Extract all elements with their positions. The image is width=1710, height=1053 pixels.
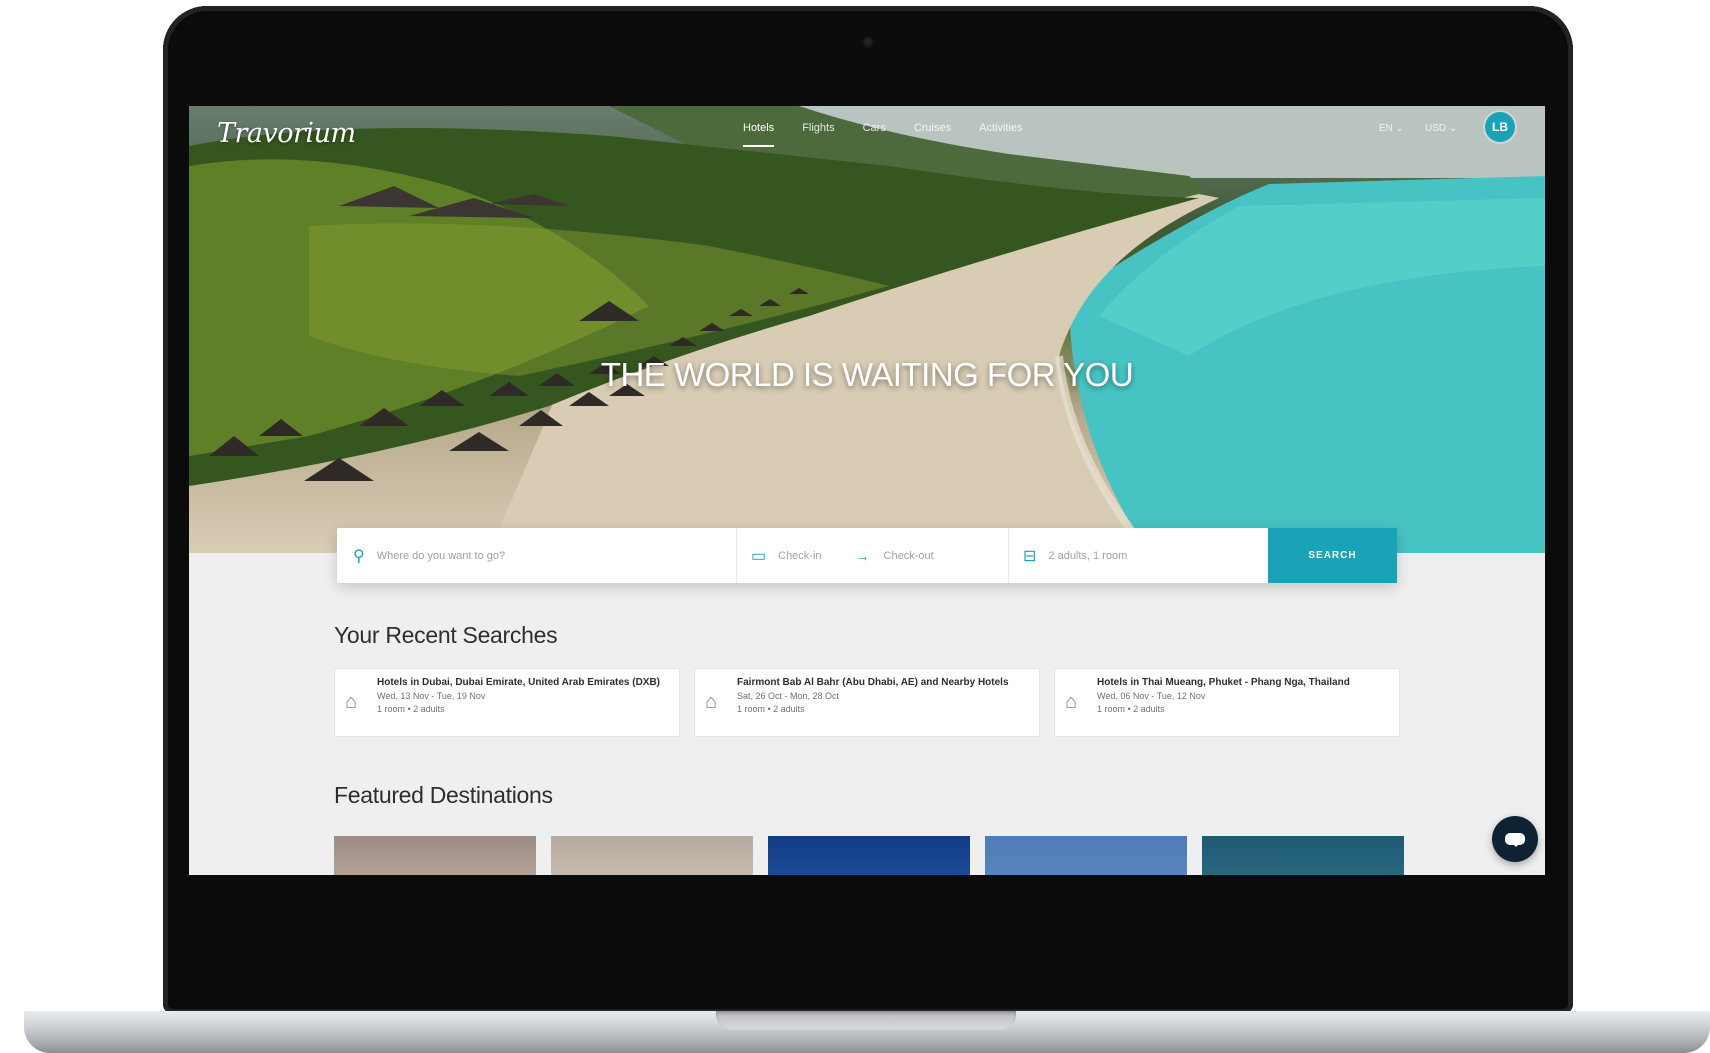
top-nav: Hotels Flights Cars Cruises Activities [729,122,1037,147]
language-selector[interactable]: EN ⌄ [1379,123,1404,134]
calendar-icon: ▭ [751,547,767,565]
recent-search-dates: Wed, 06 Nov - Tue, 12 Nov [1097,691,1206,701]
recent-searches-title: Your Recent Searches [334,622,558,648]
recent-search-card[interactable]: ⌂ Hotels in Thai Mueang, Phuket - Phang … [1054,668,1400,737]
recent-search-dates: Wed, 13 Nov - Tue, 19 Nov [377,691,486,701]
guests-value: 2 adults, 1 room [1048,549,1128,562]
checkin-placeholder[interactable]: Check-in [778,550,821,562]
hero-banner: Travorium Hotels Flights Cars Cruises Ac… [189,106,1545,553]
building-icon: ⌂ [345,691,358,713]
nav-flights[interactable]: Flights [788,122,848,134]
recent-search-guests: 1 room • 2 adults [377,704,445,714]
user-avatar[interactable]: LB [1485,112,1515,142]
destination-field[interactable]: ⚲ Where do you want to go? [337,528,737,583]
arrow-right-icon: → [855,547,870,564]
nav-cruises[interactable]: Cruises [900,122,965,134]
nav-cars[interactable]: Cars [849,122,900,134]
guests-field[interactable]: ⊟ 2 adults, 1 room [1009,528,1268,583]
recent-search-title: Fairmont Bab Al Bahr (Abu Dhabi, AE) and… [737,677,1009,688]
recent-search-title: Hotels in Dubai, Dubai Emirate, United A… [377,677,661,688]
brand-logo[interactable]: Travorium [217,118,356,149]
currency-selector[interactable]: USD ⌄ [1425,123,1457,134]
building-icon: ⌂ [1065,691,1078,713]
nav-hotels[interactable]: Hotels [729,122,788,147]
featured-destinations-list [334,836,1404,875]
map-pin-icon: ⚲ [353,547,365,565]
dates-field[interactable]: ▭ Check-in → Check-out [737,528,1009,583]
destination-card[interactable] [768,836,970,875]
destination-card[interactable] [985,836,1187,875]
chat-button[interactable] [1492,816,1538,862]
destination-card[interactable] [1202,836,1404,875]
destination-placeholder: Where do you want to go? [376,549,506,562]
checkout-placeholder[interactable]: Check-out [884,550,934,562]
browser-screen: Travorium Hotels Flights Cars Cruises Ac… [189,106,1545,875]
search-bar: ⚲ Where do you want to go? ▭ Check-in → … [337,528,1397,583]
destination-card[interactable] [551,836,753,875]
nav-activities[interactable]: Activities [965,122,1036,134]
recent-search-title: Hotels in Thai Mueang, Phuket - Phang Ng… [1097,677,1350,688]
laptop-notch [716,1011,1016,1030]
recent-search-guests: 1 room • 2 adults [1097,704,1165,714]
hero-title: THE WORLD IS WAITING FOR YOU [600,356,1134,393]
recent-search-guests: 1 room • 2 adults [737,704,805,714]
featured-destinations-title: Featured Destinations [334,782,553,808]
search-button[interactable]: SEARCH [1268,528,1397,583]
chat-icon [1505,833,1525,847]
recent-searches-list: ⌂ Hotels in Dubai, Dubai Emirate, United… [334,668,1400,737]
recent-search-dates: Sat, 26 Oct - Mon, 28 Oct [737,691,840,701]
building-icon: ⌂ [705,691,718,713]
recent-search-card[interactable]: ⌂ Fairmont Bab Al Bahr (Abu Dhabi, AE) a… [694,668,1040,737]
beach-scene [189,106,1545,553]
recent-search-card[interactable]: ⌂ Hotels in Dubai, Dubai Emirate, United… [334,668,680,737]
webcam [864,38,872,46]
bed-icon: ⊟ [1023,547,1037,565]
destination-card[interactable] [334,836,536,875]
